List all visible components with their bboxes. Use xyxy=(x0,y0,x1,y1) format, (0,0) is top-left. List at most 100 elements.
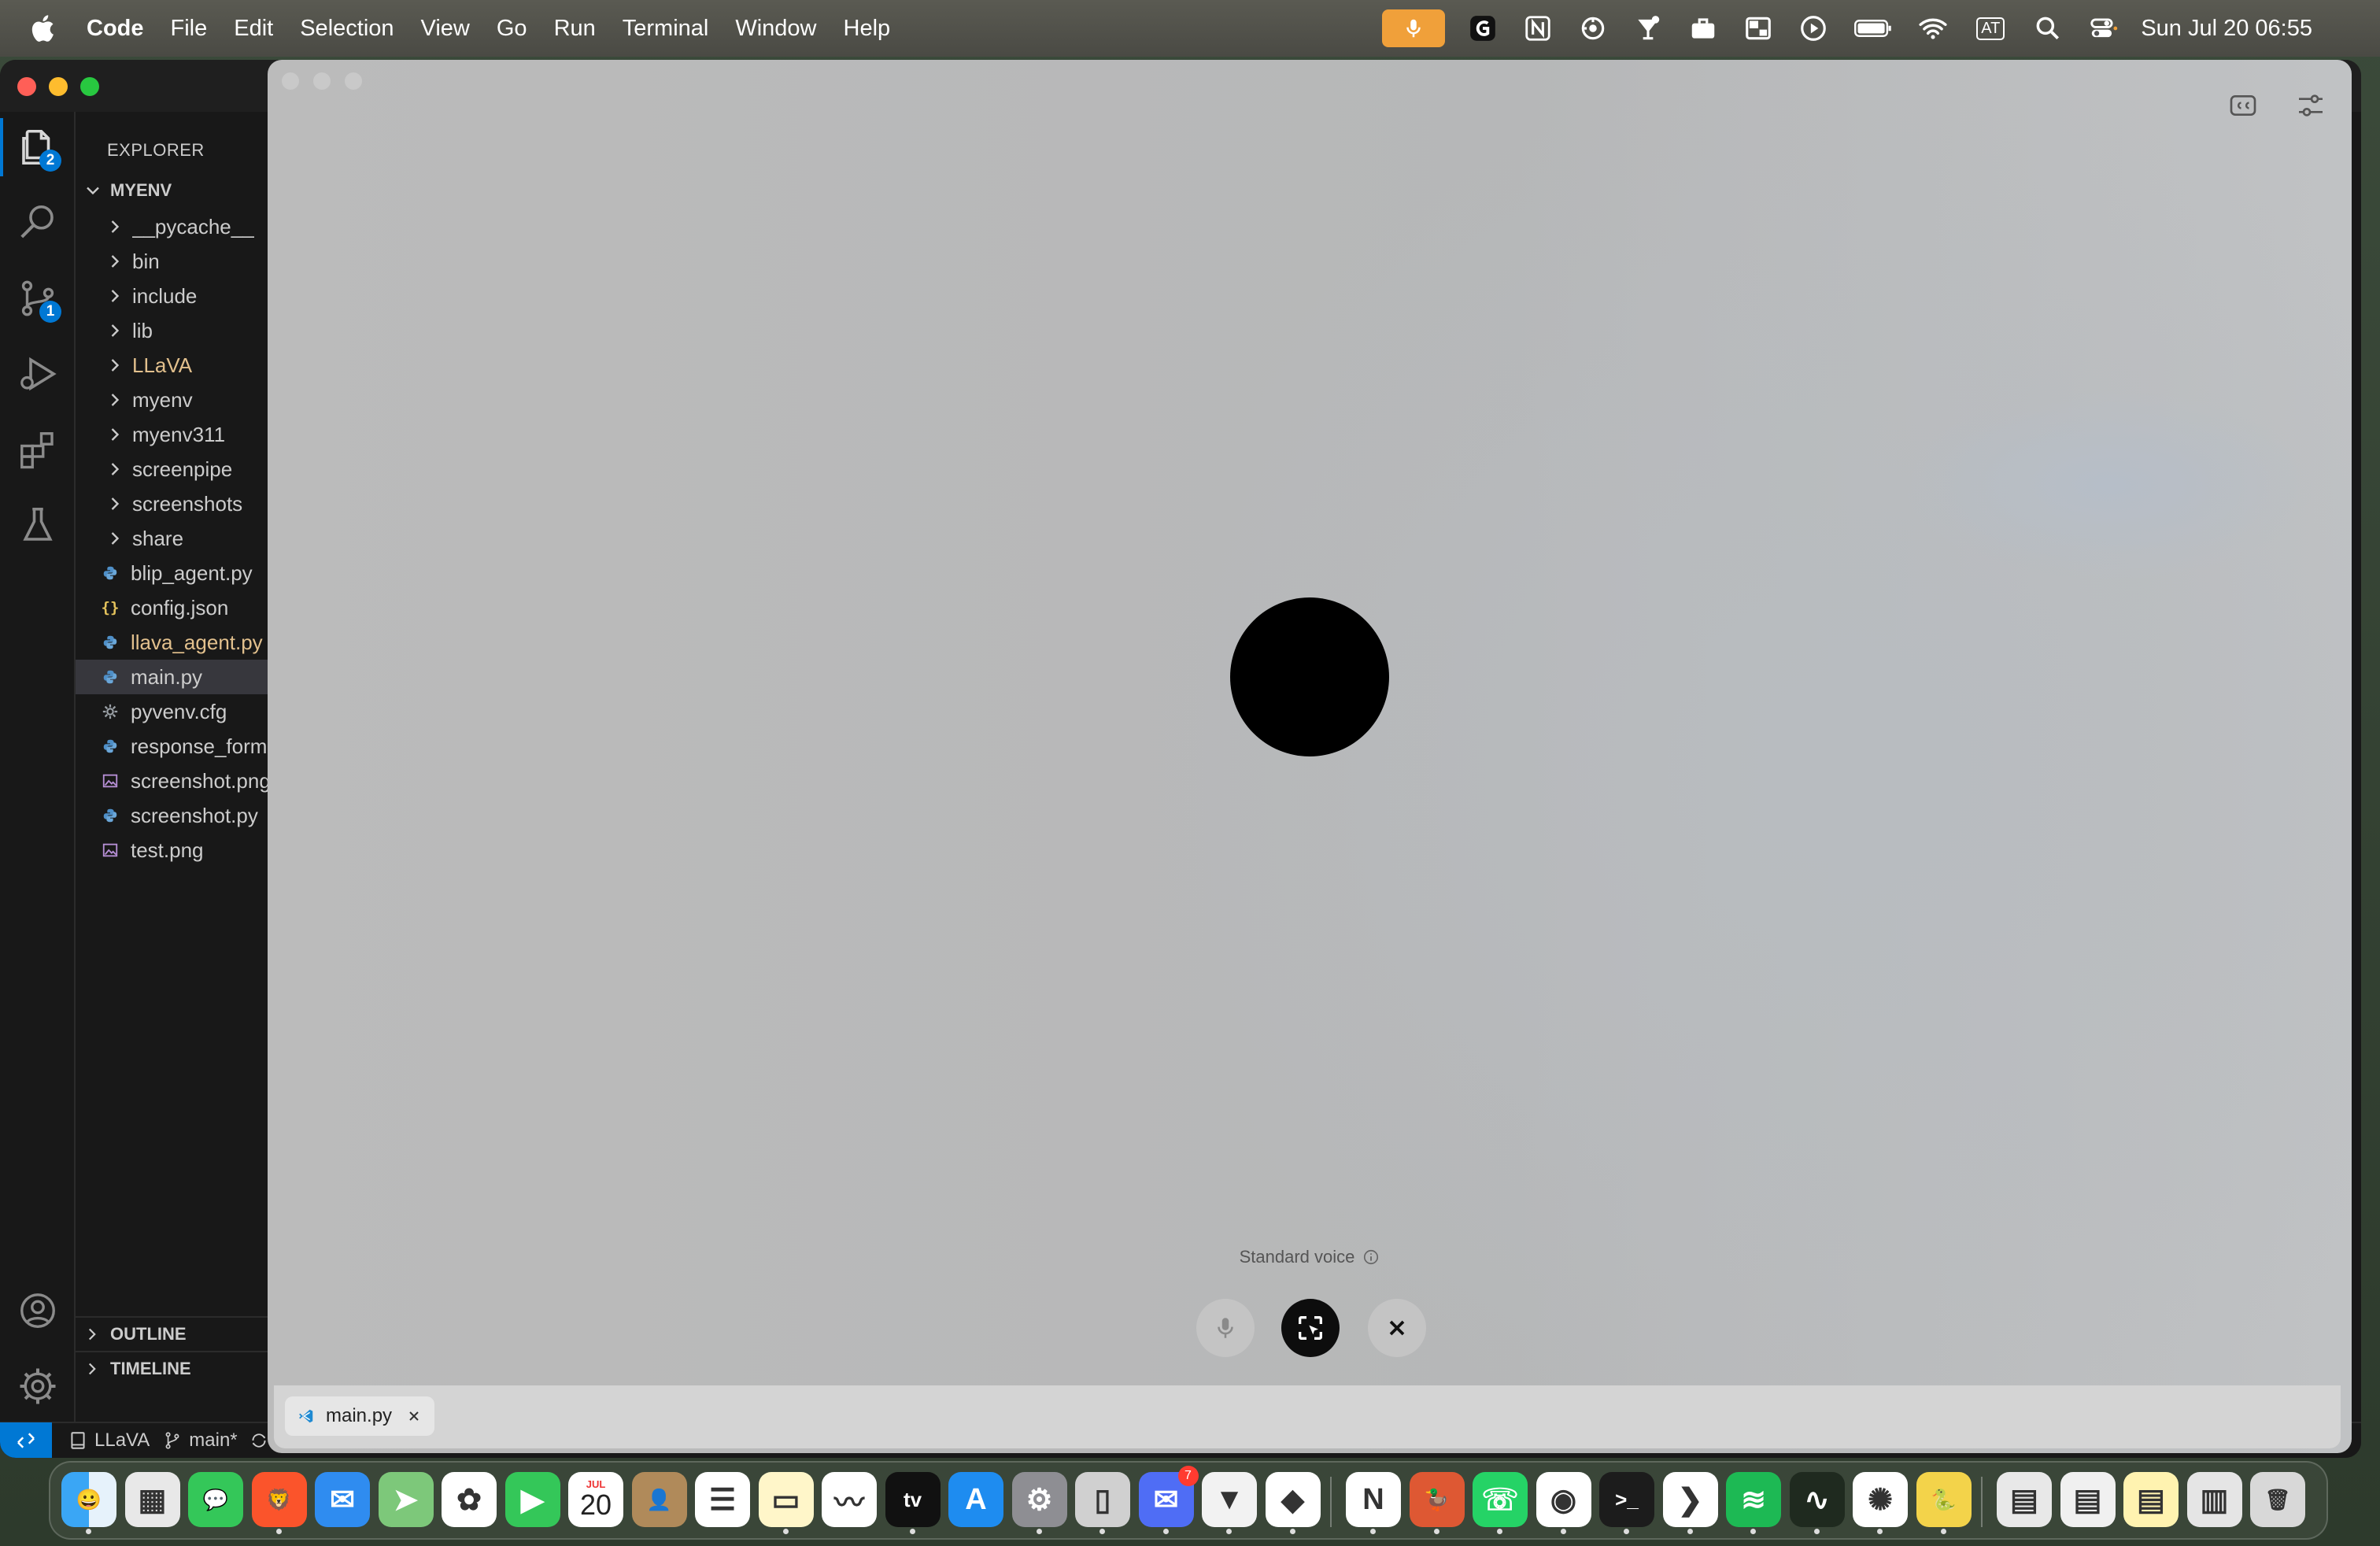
dock-notes-stack-icon[interactable]: ▤ xyxy=(2123,1472,2179,1527)
dock-terminal-icon[interactable]: >_ xyxy=(1599,1472,1654,1534)
dock-notes-icon[interactable]: ▭ xyxy=(758,1472,814,1534)
dock-visual-studio-code-icon[interactable]: ❯ xyxy=(1662,1472,1718,1534)
tree-file-screenshot-png[interactable]: screenshot.png xyxy=(76,764,268,798)
apple-menu-icon[interactable] xyxy=(28,13,55,44)
attached-file-chip[interactable]: main.py xyxy=(285,1396,435,1436)
menu-view[interactable]: View xyxy=(421,16,470,42)
dock-iphone-mirroring-icon[interactable]: ▯ xyxy=(1075,1472,1130,1534)
bartender-icon[interactable] xyxy=(1631,11,1665,46)
share-screen-button[interactable] xyxy=(1281,1299,1340,1357)
end-voice-button[interactable] xyxy=(1368,1299,1426,1357)
run-debug-activity-button[interactable] xyxy=(0,338,76,409)
voice-settings-button[interactable] xyxy=(2287,82,2334,129)
tree-folder-pycache[interactable]: __pycache__ xyxy=(76,209,268,244)
tree-folder-bin[interactable]: bin xyxy=(76,244,268,279)
dock-maps-icon[interactable]: ➤ xyxy=(378,1472,434,1527)
control-center-icon[interactable] xyxy=(2086,11,2120,46)
dock-whatsapp-icon[interactable]: ☏ xyxy=(1473,1472,1528,1534)
tree-file-pyvenv-cfg[interactable]: pyvenv.cfg xyxy=(76,694,268,729)
voice-window-close-button[interactable] xyxy=(282,72,299,90)
tree-file-test-png[interactable]: test.png xyxy=(76,833,268,867)
tree-folder-screenpipe[interactable]: screenpipe xyxy=(76,452,268,486)
play-icon[interactable] xyxy=(1796,11,1831,46)
sync-icon[interactable] xyxy=(249,1430,269,1451)
dock-spotify-icon[interactable]: ≋ xyxy=(1726,1472,1781,1534)
menu-app-name[interactable]: Code xyxy=(87,16,144,42)
explorer-activity-button[interactable]: 2 xyxy=(0,112,76,183)
dock-activity-monitor-icon[interactable]: ∿ xyxy=(1789,1472,1845,1534)
window-close-button[interactable] xyxy=(17,77,36,96)
voice-window-minimize-button[interactable] xyxy=(313,72,331,90)
menu-go[interactable]: Go xyxy=(497,16,527,42)
tree-folder-share[interactable]: share xyxy=(76,521,268,556)
dock-calendar-icon[interactable]: JUL 20 xyxy=(568,1472,623,1527)
manage-activity-button[interactable] xyxy=(0,1351,76,1422)
airbuddy-icon[interactable] xyxy=(1576,11,1610,46)
remote-indicator-button[interactable] xyxy=(0,1422,52,1458)
window-minimize-button[interactable] xyxy=(49,77,68,96)
briefcase-icon[interactable] xyxy=(1686,11,1720,46)
window-manager-icon[interactable] xyxy=(1741,11,1776,46)
dock-app-store-icon[interactable]: A xyxy=(948,1472,1003,1527)
dock-downloads-icon[interactable]: ▥ xyxy=(2186,1472,2242,1527)
dock-python-launcher-icon[interactable]: 🐍 xyxy=(1916,1472,1972,1534)
outline-section[interactable]: OUTLINE xyxy=(76,1316,268,1351)
dock-messages-icon[interactable]: 💬 xyxy=(188,1472,243,1527)
timeline-section[interactable]: TIMELINE xyxy=(76,1351,268,1385)
tree-folder-screenshots[interactable]: screenshots xyxy=(76,486,268,521)
root-folder-header[interactable]: MYENV xyxy=(76,173,268,208)
voice-mode-indicator[interactable]: Standard voice xyxy=(268,1247,2352,1267)
tree-folder-llava[interactable]: LLaVA xyxy=(76,348,268,383)
voice-window-zoom-button[interactable] xyxy=(345,72,362,90)
dock-chatgpt-icon[interactable]: ✺ xyxy=(1853,1472,1908,1534)
search-icon[interactable] xyxy=(2031,11,2065,46)
dock-mail-icon[interactable]: ✉ xyxy=(315,1472,370,1527)
tree-file-blip-agent-py[interactable]: blip_agent.py xyxy=(76,556,268,590)
dock-finder-icon[interactable]: 😀 xyxy=(61,1472,116,1534)
dock-spark-mail-icon[interactable]: ✉ 7 xyxy=(1138,1466,1199,1534)
accounts-activity-button[interactable] xyxy=(0,1275,76,1346)
wifi-icon[interactable] xyxy=(1916,11,1950,46)
dock-trash-icon[interactable]: 🗑 xyxy=(2250,1472,2305,1527)
dock-reminders-icon[interactable]: ☰ xyxy=(695,1472,750,1527)
menubar-clock[interactable]: Sun Jul 20 06:55 xyxy=(2141,16,2312,42)
dock-launchpad-icon[interactable]: ▦ xyxy=(124,1472,180,1527)
dock-facetime-icon[interactable]: ▶ xyxy=(504,1472,560,1527)
tree-folder-lib[interactable]: lib xyxy=(76,313,268,348)
search-activity-button[interactable] xyxy=(0,187,76,258)
dock-contacts-icon[interactable]: 👤 xyxy=(631,1472,687,1527)
dock-brave-browser-icon[interactable]: 🦁 xyxy=(251,1472,307,1534)
microphone-button[interactable] xyxy=(1196,1299,1255,1357)
status-folder-item[interactable]: LLaVA xyxy=(68,1429,150,1452)
window-zoom-button[interactable] xyxy=(80,77,99,96)
tree-file-main-py[interactable]: main.py xyxy=(76,660,268,694)
dock-shortcuts-icon[interactable]: ◆ xyxy=(1265,1472,1321,1534)
dock-documents-icon[interactable]: ▤ xyxy=(1997,1472,2052,1527)
dock-files-icon[interactable]: ▤ xyxy=(2060,1472,2116,1527)
dock-linear-icon[interactable]: ▼ xyxy=(1202,1472,1257,1534)
tree-file-config-json[interactable]: {} config.json xyxy=(76,590,268,625)
dock-google-chrome-icon[interactable]: ◉ xyxy=(1536,1472,1591,1534)
tree-folder-myenv[interactable]: myenv xyxy=(76,383,268,417)
remove-attachment-icon[interactable] xyxy=(406,1408,422,1424)
menu-edit[interactable]: Edit xyxy=(234,16,273,42)
tree-file-llava-agent-py[interactable]: llava_agent.py xyxy=(76,625,268,660)
g-app-icon[interactable] xyxy=(1465,11,1500,46)
menu-window[interactable]: Window xyxy=(735,16,816,42)
extensions-activity-button[interactable] xyxy=(0,414,76,485)
notion-menu-icon[interactable] xyxy=(1521,11,1555,46)
dock-notion-icon[interactable]: N xyxy=(1346,1472,1401,1534)
menu-run[interactable]: Run xyxy=(554,16,596,42)
menu-selection[interactable]: Selection xyxy=(300,16,394,42)
menu-help[interactable]: Help xyxy=(844,16,891,42)
dock-system-settings-icon[interactable]: ⚙ xyxy=(1011,1472,1067,1534)
tree-file-response-form[interactable]: response_form xyxy=(76,729,268,764)
tree-folder-myenv311[interactable]: myenv311 xyxy=(76,417,268,452)
dock-freeform-icon[interactable]: 〰 xyxy=(822,1472,877,1527)
menu-file[interactable]: File xyxy=(171,16,208,42)
mic-active-icon[interactable] xyxy=(1382,9,1446,47)
source-control-activity-button[interactable]: 1 xyxy=(0,263,76,334)
info-icon[interactable] xyxy=(1362,1248,1380,1266)
status-branch-item[interactable]: main* xyxy=(162,1429,275,1452)
battery-icon[interactable] xyxy=(1851,11,1895,46)
